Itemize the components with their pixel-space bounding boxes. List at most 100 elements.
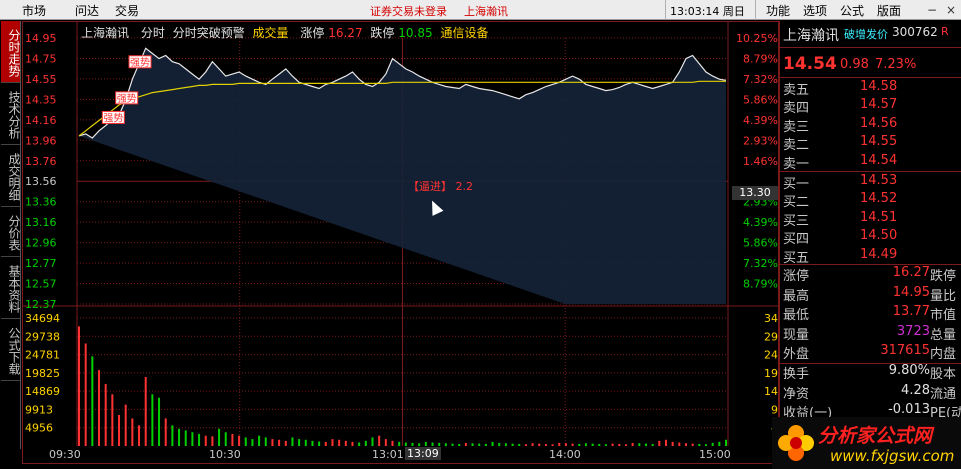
- annotation-label: 强势: [117, 92, 137, 105]
- signal-annotation: 【逼进】 2.2: [408, 178, 473, 194]
- logo-url: www.fxjgsw.com: [830, 447, 955, 465]
- tab-formula-download[interactable]: 公式下载: [1, 319, 21, 381]
- tab-price-table[interactable]: 分价表: [1, 207, 21, 257]
- level-label: 卖一: [783, 156, 810, 172]
- menu-item-layout[interactable]: 版面: [877, 2, 901, 19]
- volume-tick-label: 14869: [25, 385, 60, 398]
- clock-readout: 13:03:14 周日: [670, 5, 745, 18]
- stat-label: 涨停: [783, 269, 810, 284]
- limit-down-label: 跌停: [370, 26, 395, 40]
- menu-item-market[interactable]: 市场: [22, 2, 46, 19]
- price-tick-label: 14.35: [25, 93, 57, 106]
- price-tick-label: 13.56: [25, 175, 57, 188]
- pct-tick-label: 4.39%: [743, 114, 778, 127]
- chart-canvas[interactable]: 强势强势强势 14.95 10.25%14.75 8.79%14.55 7.32%14…: [23, 22, 780, 465]
- stat-row: 净资 4.28 流通: [780, 383, 961, 402]
- menu-item-options[interactable]: 选项: [803, 2, 827, 19]
- limit-up-label: 涨停: [300, 26, 325, 40]
- stat-row: 最高 14.95 量比: [780, 285, 961, 304]
- quote-stock-name: 上海瀚讯: [783, 28, 839, 44]
- signal-value: 2.2: [455, 180, 474, 193]
- crosshair-price-label: 13.30: [732, 186, 778, 200]
- level-label: 买四: [783, 232, 810, 248]
- menu-item-trade[interactable]: 交易: [115, 2, 139, 19]
- stock-link[interactable]: 上海瀚讯: [464, 3, 508, 19]
- annotation-label: 强势: [130, 56, 150, 69]
- time-axis: 09:30 10:30 13:01 13:09 14:00 15:00: [22, 446, 779, 464]
- stat-row: 现量 3723 总量: [780, 324, 961, 343]
- strength-annotation: 强势: [101, 110, 125, 124]
- volume-label: 成交量: [252, 26, 289, 40]
- level-price: 14.55: [860, 134, 898, 150]
- pct-tick-label: 5.86%: [743, 237, 778, 250]
- chart-stock-name: 上海瀚讯: [81, 26, 130, 40]
- price-tick-label: 12.57: [25, 278, 57, 291]
- menu-divider: [665, 0, 666, 20]
- stat-label: 最低: [783, 308, 810, 324]
- price-tick-label: 13.76: [25, 155, 57, 168]
- tab-fundamentals[interactable]: 基本资料: [1, 257, 21, 319]
- bid-row: 买三 14.51: [780, 210, 961, 229]
- quote-change: 0.98: [840, 57, 869, 72]
- minimize-icon[interactable]: −: [924, 0, 940, 20]
- menu-item-wenda[interactable]: 问达: [75, 2, 99, 19]
- quote-tag: 破增发价: [844, 28, 888, 41]
- close-icon[interactable]: ×: [943, 0, 959, 20]
- level-label: 卖五: [783, 83, 810, 98]
- stat-value: 9.80%: [888, 363, 930, 378]
- stat-value: 4.28: [901, 382, 930, 398]
- login-warning[interactable]: 证券交易未登录: [370, 3, 447, 19]
- ask-row: 卖一 14.54: [780, 153, 961, 172]
- price-tick-label: 12.77: [25, 257, 57, 270]
- volume-tick-label: 9913: [25, 403, 53, 416]
- pct-tick-label: 5.86%: [743, 93, 778, 106]
- pct-tick-label: 4.39%: [743, 216, 778, 229]
- quote-title-row: 上海瀚讯 破增发价 300762 R: [780, 25, 961, 44]
- strength-annotation: 强势: [115, 91, 139, 105]
- divider: [780, 77, 961, 78]
- left-tab-bar: 分时走势 技术分析 成交明细 分价表 基本资料 公式下载: [0, 21, 21, 449]
- bid-row: 买四 14.50: [780, 228, 961, 247]
- menu-item-function[interactable]: 功能: [766, 2, 790, 19]
- price-tick-label: 14.16: [25, 114, 57, 127]
- tab-intraday[interactable]: 分时走势: [1, 21, 21, 83]
- divider: [780, 47, 961, 48]
- volume-tick-label: 24: [764, 349, 778, 362]
- quote-percent: 7.23%: [875, 57, 917, 72]
- level-label: 买二: [783, 195, 810, 211]
- indicator-name[interactable]: 分时突破预警: [173, 26, 245, 40]
- limit-up-value: 16.27: [328, 26, 363, 40]
- ask-row: 卖三 14.56: [780, 116, 961, 135]
- bid-row: 买五 14.49: [780, 247, 961, 266]
- stat-label-2: 总量: [930, 327, 957, 343]
- stat-value: 16.27: [892, 265, 930, 280]
- menu-divider: [755, 0, 756, 20]
- pct-tick-label: 7.32%: [743, 73, 778, 86]
- level-price: 14.49: [860, 246, 898, 262]
- level-price: 14.51: [860, 209, 898, 225]
- stat-value: 3723: [896, 323, 930, 339]
- tab-trade-detail[interactable]: 成交明细: [1, 145, 21, 207]
- price-tick-label: 12.37: [25, 298, 57, 311]
- stat-value: 14.95: [892, 284, 930, 300]
- divider: [780, 171, 961, 172]
- intraday-chart[interactable]: 强势 强势 强势 14.95 10.25% 14.75 8.79% 14.55 7.32% 14…: [22, 21, 780, 465]
- stat-row: 最低 13.77 市值: [780, 304, 961, 323]
- sector-label: 通信设备: [440, 26, 489, 40]
- tab-technical[interactable]: 技术分析: [1, 83, 21, 145]
- stat-label-2: 市值: [930, 308, 957, 324]
- time-tick: 09:30: [49, 448, 81, 461]
- level-label: 卖三: [783, 119, 810, 135]
- level-price: 14.50: [860, 228, 898, 244]
- stat-label-2: 跌停: [930, 269, 957, 284]
- pct-tick-label: 10.25%: [736, 32, 778, 45]
- bid-row: 买二 14.52: [780, 191, 961, 210]
- stat-row: 外盘 317615 内盘: [780, 343, 961, 362]
- ask-row: 卖五 14.58: [780, 79, 961, 98]
- time-tick: 14:00: [549, 448, 581, 461]
- price-tick-label: 14.75: [25, 52, 57, 65]
- menu-item-formula[interactable]: 公式: [840, 2, 864, 19]
- menu-bar: 市场 问达 交易 证券交易未登录 上海瀚讯 13:03:14 周日 功能 选项 …: [0, 0, 961, 20]
- volume-tick-label: 29: [764, 330, 778, 343]
- time-tick: 10:30: [209, 448, 241, 461]
